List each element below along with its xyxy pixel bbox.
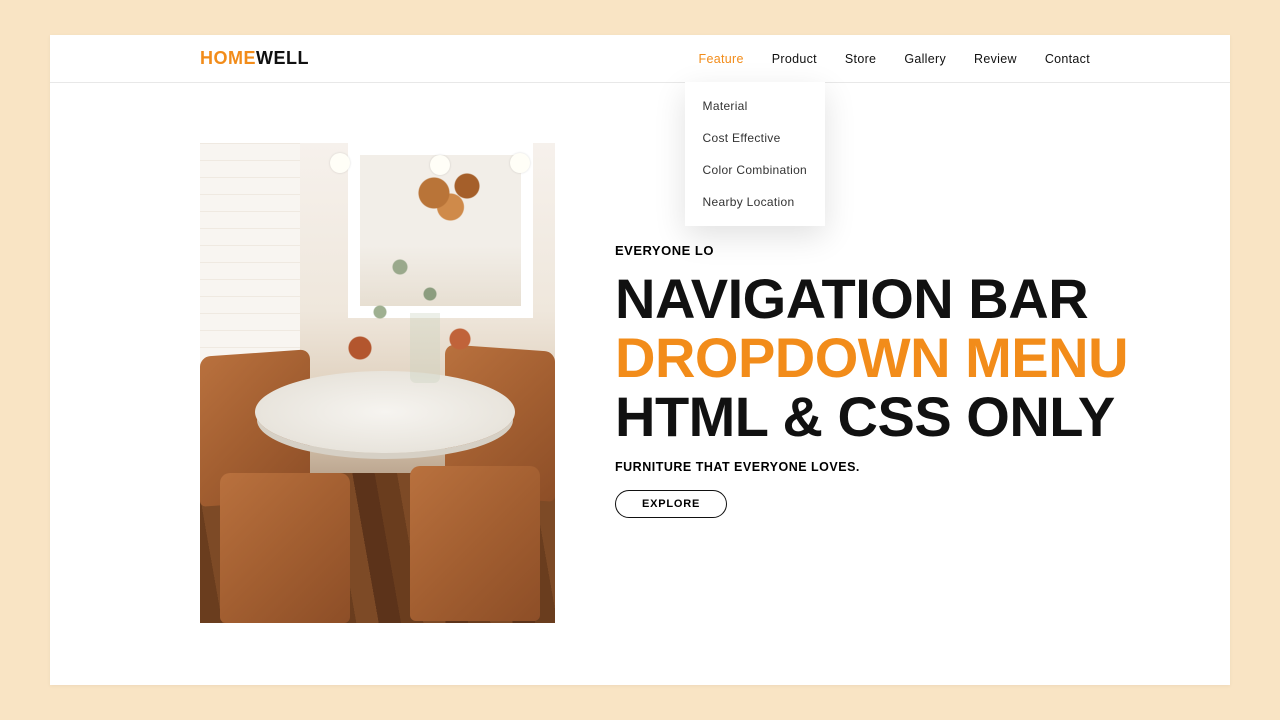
dropdown-feature: Material Cost Effective Color Combinatio…: [685, 82, 825, 226]
logo[interactable]: HOMEWELL: [200, 48, 309, 69]
explore-button[interactable]: EXPLORE: [615, 490, 727, 518]
dropdown-item-cost-effective[interactable]: Cost Effective: [685, 122, 825, 154]
nav-link-gallery[interactable]: Gallery: [904, 36, 946, 82]
page: HOMEWELL Feature Material Cost Effective…: [50, 35, 1230, 685]
nav-link-product[interactable]: Product: [772, 36, 817, 82]
dropdown-item-color-combination[interactable]: Color Combination: [685, 154, 825, 186]
navbar: HOMEWELL Feature Material Cost Effective…: [50, 35, 1230, 83]
nav-links: Feature Material Cost Effective Color Co…: [699, 36, 1090, 82]
nav-link-store[interactable]: Store: [845, 36, 876, 82]
headline-line-3: HTML & CSS ONLY: [615, 388, 1230, 447]
dropdown-item-nearby-location[interactable]: Nearby Location: [685, 186, 825, 218]
tagline: FURNITURE THAT EVERYONE LOVES.: [615, 460, 1230, 474]
headline-line-1: NAVIGATION BAR: [615, 270, 1230, 329]
hero-section: EVERYONE LO NAVIGATION BAR DROPDOWN MENU…: [50, 83, 1230, 623]
nav-link-feature[interactable]: Feature: [699, 36, 744, 82]
headline: NAVIGATION BAR DROPDOWN MENU HTML & CSS …: [615, 270, 1230, 446]
logo-part-2: WELL: [256, 48, 309, 68]
eyebrow-text: EVERYONE LO: [615, 243, 1230, 258]
nav-item-feature: Feature Material Cost Effective Color Co…: [699, 36, 744, 82]
logo-part-1: HOME: [200, 48, 256, 68]
dropdown-item-material[interactable]: Material: [685, 90, 825, 122]
nav-link-contact[interactable]: Contact: [1045, 36, 1090, 82]
headline-line-2: DROPDOWN MENU: [615, 329, 1230, 388]
hero-image: [200, 143, 555, 623]
nav-link-review[interactable]: Review: [974, 36, 1017, 82]
